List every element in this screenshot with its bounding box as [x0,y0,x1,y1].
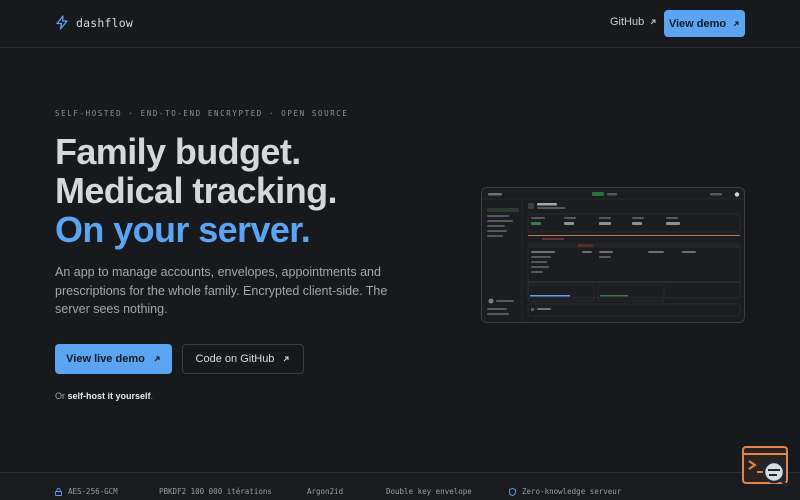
headline-line-3: On your server. [55,209,311,250]
view-demo-button[interactable]: View demo [664,10,745,37]
feature-zero-knowledge: Zero-knowledge serveur [509,487,621,496]
hero-eyebrow: SELF-HOSTED · END-TO-END ENCRYPTED · OPE… [55,109,349,118]
terminal-search-icon [742,446,789,488]
feature-argon2: Argon2id [307,487,343,496]
arrow-up-right-icon [650,19,656,25]
feature-pbkdf2-label: PBKDF2 100 000 itérations [159,487,272,496]
hero-headline: Family budget. Medical tracking. On your… [55,131,338,250]
feature-pbkdf2: PBKDF2 100 000 itérations [159,487,272,496]
self-host-prefix: Or [55,391,68,401]
self-host-suffix: . [150,391,154,401]
app-preview-screenshot [481,187,745,323]
arrow-up-right-icon [284,356,289,362]
hero-description: An app to manage accounts, envelopes, ap… [55,265,388,316]
github-link[interactable]: GitHub [610,16,657,28]
code-on-github-label: Code on GitHub [195,353,275,365]
feature-aes-label: AES-256-GCM [68,487,118,496]
feature-envelope-label: Double key envelope [386,487,472,496]
top-nav: dashflow GitHub View demo [0,0,800,48]
arrow-up-right-icon [154,356,160,362]
feature-argon2-label: Argon2id [307,487,344,496]
lock-icon [55,487,62,496]
security-features-bar: AES-256-GCM PBKDF2 100 000 itérations Ar… [0,472,800,500]
brand[interactable]: dashflow [55,15,133,30]
lightning-icon [56,15,68,30]
github-link-label: GitHub [610,16,645,28]
feature-aes: AES-256-GCM [55,487,118,496]
self-host-link[interactable]: self-host it yourself [68,391,151,401]
view-demo-label: View demo [668,17,727,30]
code-on-github-button[interactable]: Code on GitHub [182,344,304,374]
floating-widget-button[interactable] [742,445,790,489]
self-host-note: Or self-host it yourself. [55,391,153,401]
view-live-demo-label: View live demo [66,353,145,365]
feature-envelope: Double key envelope [386,487,472,496]
app-preview-illustration [482,188,744,322]
headline-line-2: Medical tracking. [55,170,338,211]
shield-icon [509,487,516,496]
feature-zero-knowledge-label: Zero-knowledge serveur [522,487,622,496]
view-live-demo-button[interactable]: View live demo [55,344,172,374]
brand-name: dashflow [76,15,133,30]
arrow-up-right-icon [733,20,739,26]
headline-line-1: Family budget. [55,131,301,172]
